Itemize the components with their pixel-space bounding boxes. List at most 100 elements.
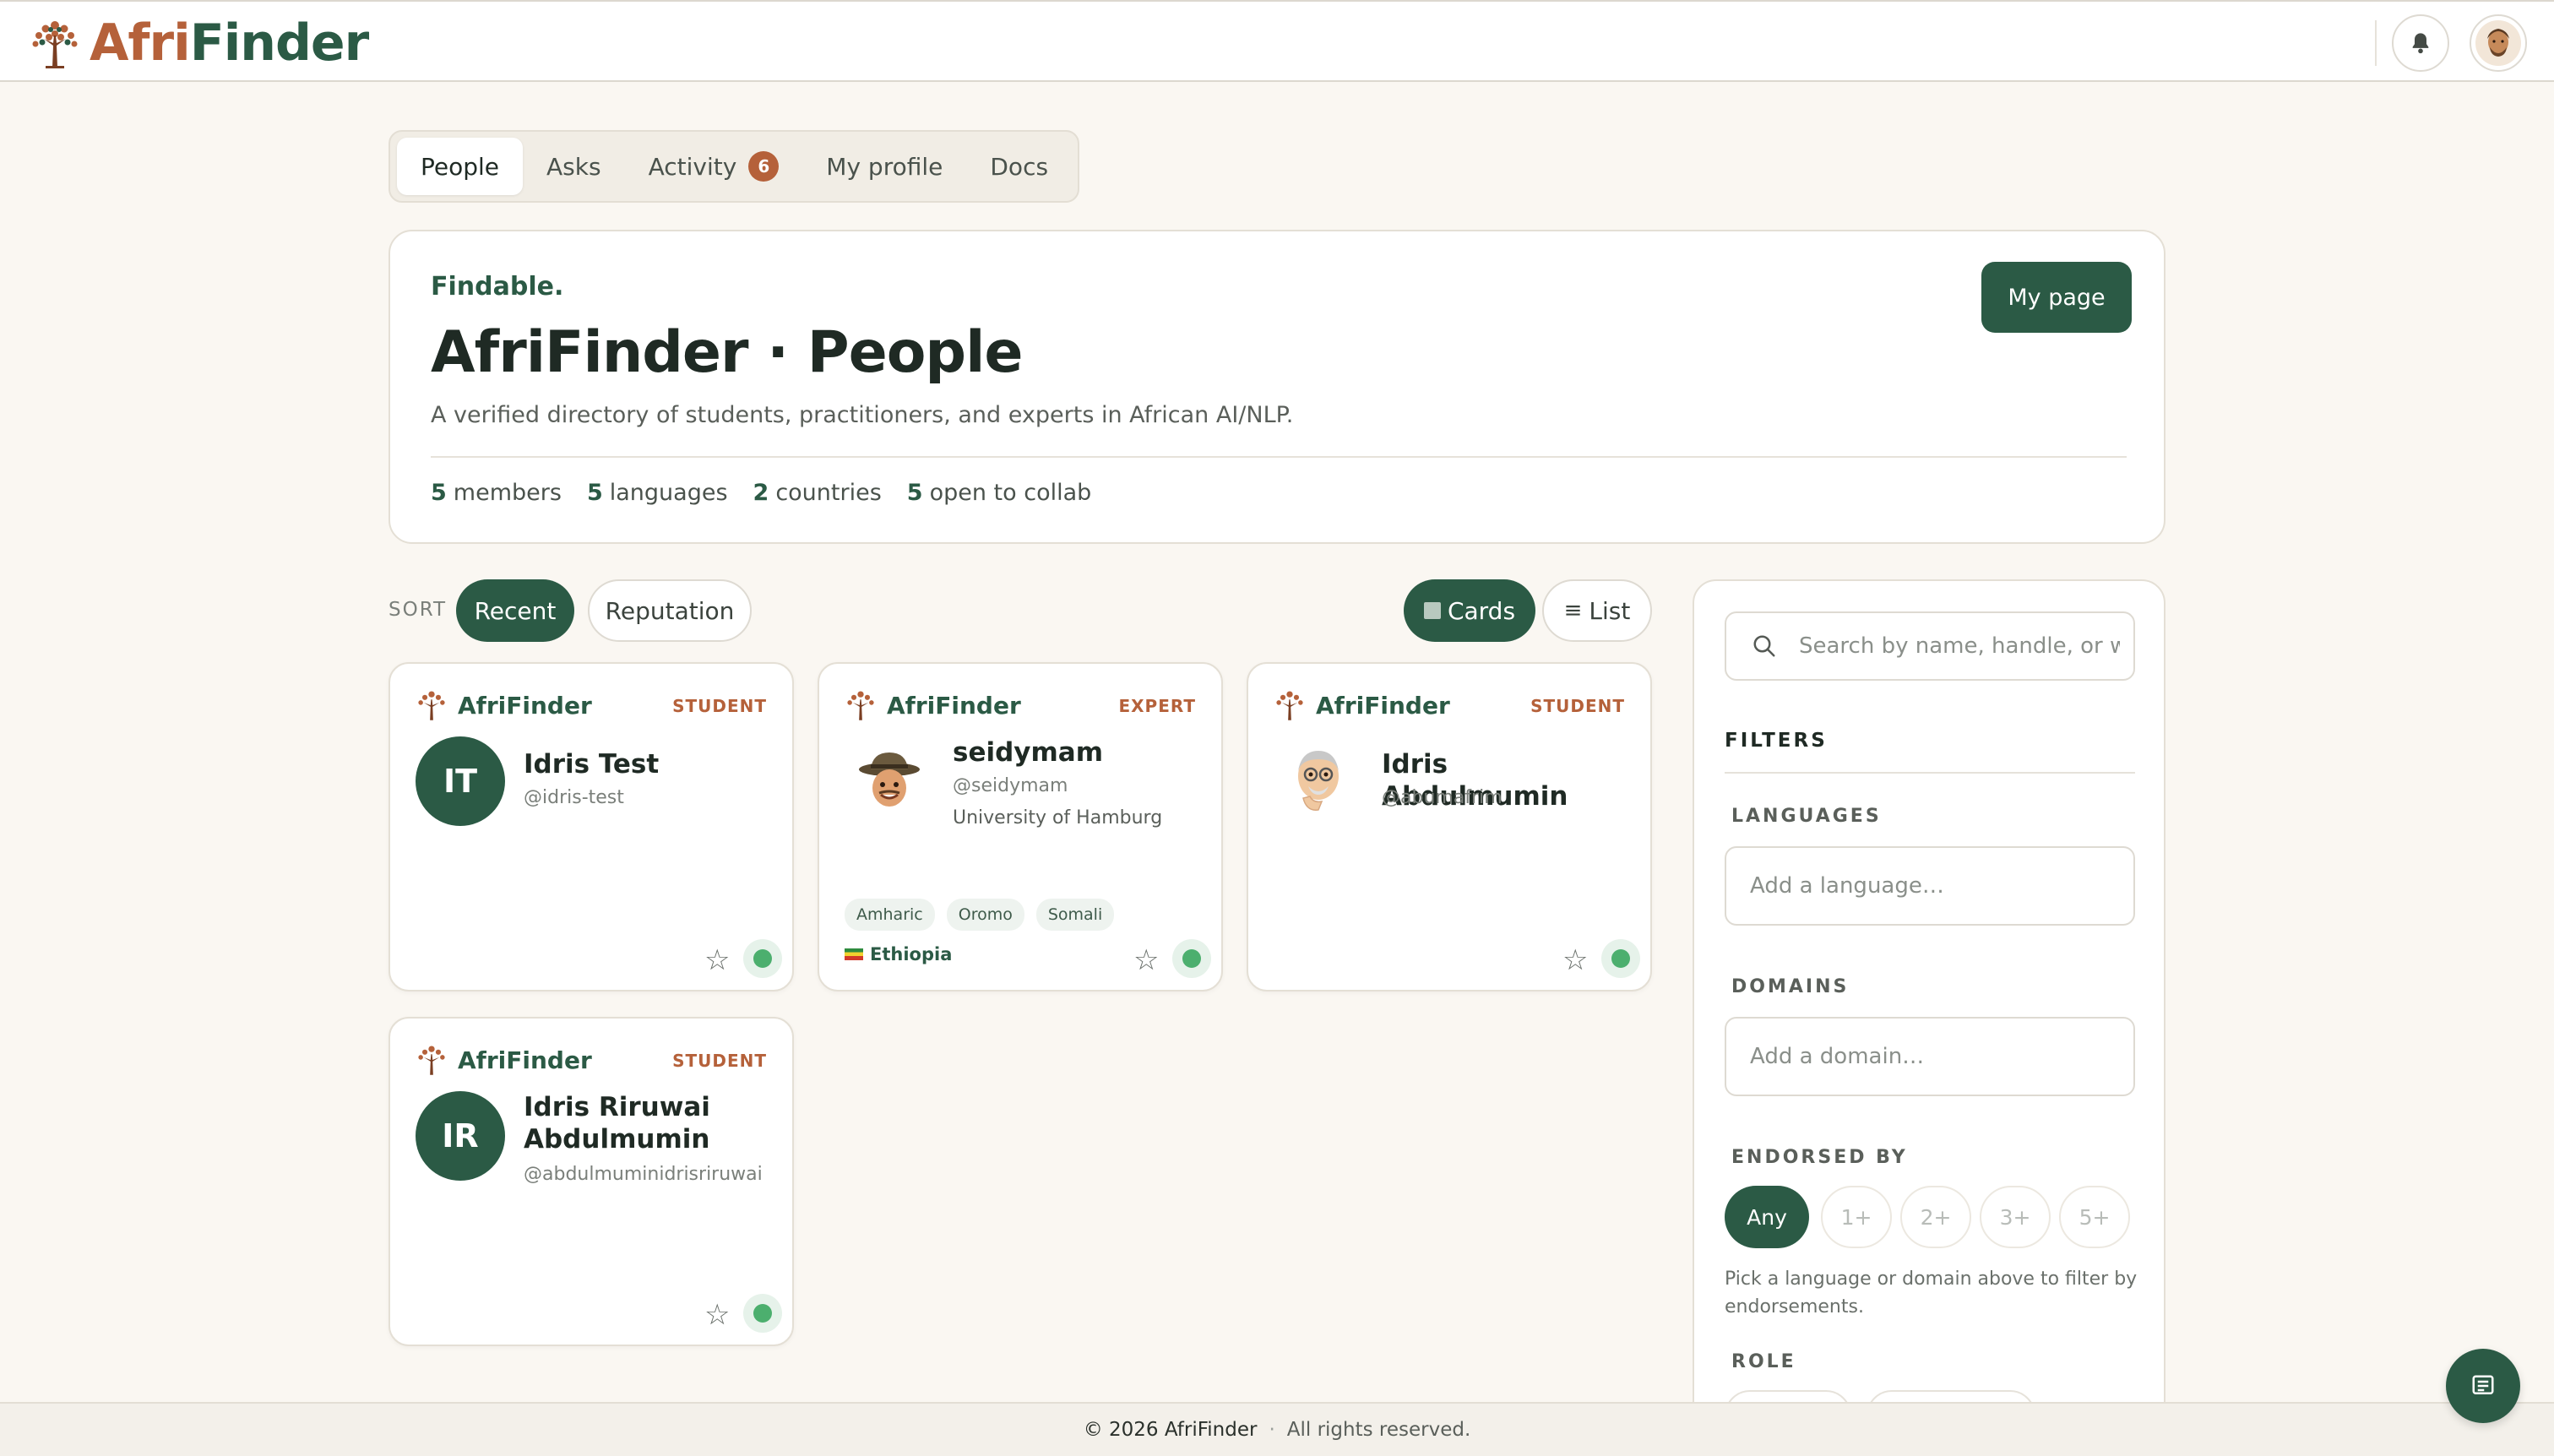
search-input[interactable]: Search by name, handle, or w (1725, 611, 2135, 681)
member-card[interactable]: AfriFinder EXPERT seidymam @seidymam Uni… (818, 662, 1223, 991)
stat-languages: 5 languages (586, 480, 728, 506)
filters-divider (1725, 772, 2135, 774)
filters-heading: FILTERS (1725, 730, 1828, 752)
star-icon[interactable]: ☆ (1562, 946, 1588, 975)
card-brand: AfriFinder (845, 689, 1021, 721)
tab-docs[interactable]: Docs (966, 138, 1072, 195)
member-card[interactable]: AfriFinder STUDENT IT Idris Test @idris-… (389, 662, 794, 991)
member-card[interactable]: AfriFinder STUDENT Idris Abdulmumin @abu… (1247, 662, 1652, 991)
thinking-avatar-icon (1298, 751, 1339, 811)
endorse-any-button[interactable]: Any (1725, 1186, 1809, 1248)
star-icon[interactable]: ☆ (704, 1301, 730, 1329)
grid-icon (1423, 602, 1441, 619)
search-icon (1753, 635, 1775, 657)
card-brand: AfriFinder (416, 689, 592, 721)
filter-sidebar: Search by name, handle, or w FILTERS LAN… (1693, 579, 2165, 1456)
user-avatar-icon (2475, 20, 2521, 66)
my-page-button[interactable]: My page (1981, 262, 2132, 333)
account-avatar-button[interactable] (2470, 14, 2527, 72)
footer: © 2026 AfriFinder · All rights reserved. (0, 1402, 2554, 1456)
footer-copyright: © 2026 AfriFinder (1083, 1419, 1258, 1441)
page-subtitle: A verified directory of students, practi… (431, 402, 1294, 428)
tree-logo-icon (32, 21, 78, 68)
bell-icon (2412, 33, 2429, 54)
tree-logo-icon (418, 1046, 445, 1075)
avatar (845, 736, 934, 826)
brand-logo[interactable]: AfriFinder (29, 17, 369, 69)
role-badge: STUDENT (1530, 696, 1625, 716)
ethiopia-flag-icon (845, 948, 863, 960)
view-cards-button[interactable]: Cards (1404, 579, 1535, 642)
header-divider (2375, 20, 2377, 66)
language-input[interactable]: Add a language… (1725, 846, 2135, 926)
main-tabs: People Asks Activity 6 My profile Docs (389, 130, 1079, 203)
message-icon (2472, 1375, 2494, 1394)
tree-logo-icon (418, 691, 445, 720)
member-handle: @abumafrim (1382, 787, 1503, 808)
avatar (1274, 736, 1363, 826)
tab-asks[interactable]: Asks (523, 138, 625, 195)
star-icon[interactable]: ☆ (1133, 946, 1159, 975)
activity-count-badge: 6 (748, 151, 780, 182)
footer-rights: All rights reserved. (1286, 1419, 1471, 1441)
top-bar: AfriFinder (0, 0, 2554, 82)
member-handle: @idris-test (524, 787, 624, 808)
tab-people[interactable]: People (397, 138, 524, 195)
stat-members: 5 members (431, 480, 562, 506)
avatar: IR (416, 1091, 505, 1181)
online-status (1601, 939, 1640, 978)
tab-activity[interactable]: Activity 6 (625, 138, 803, 195)
tree-logo-icon (1276, 691, 1303, 720)
role-label: ROLE (1731, 1351, 1796, 1372)
brand-afri: Afri (90, 14, 191, 73)
avatar: IT (416, 736, 505, 826)
stat-countries: 2 countries (753, 480, 882, 506)
member-name: Idris Riruwai Abdulmumin (524, 1092, 710, 1154)
member-handle: @seidymam (953, 775, 1068, 796)
endorsed-by-label: ENDORSED BY (1731, 1147, 1908, 1168)
stat-open-to-collab: 5 open to collab (906, 480, 1092, 506)
people-hero-panel: Findable. AfriFinder · People A verified… (389, 230, 2165, 544)
language-tags: Amharic Oromo Somali (845, 899, 1126, 931)
online-status (743, 939, 782, 978)
card-brand: AfriFinder (416, 1044, 592, 1076)
endorse-help-text: Pick a language or domain above to filte… (1725, 1269, 2138, 1317)
search-placeholder: Search by name, handle, or w (1799, 633, 2120, 659)
footer-separator: · (1269, 1419, 1275, 1441)
role-badge: STUDENT (672, 696, 767, 716)
member-affiliation: University of Hamburg (953, 807, 1163, 829)
card-brand: AfriFinder (1274, 689, 1450, 721)
role-badge: STUDENT (672, 1051, 767, 1071)
sort-label: SORT (389, 599, 448, 621)
online-status (743, 1294, 782, 1333)
notifications-button[interactable] (2392, 14, 2449, 72)
domains-label: DOMAINS (1731, 976, 1850, 997)
member-name: Idris Test (524, 749, 660, 780)
sort-recent-button[interactable]: Recent (456, 579, 574, 642)
explorer-avatar-icon (859, 752, 920, 807)
languages-label: LANGUAGES (1731, 806, 1882, 827)
brand-finder: Finder (189, 14, 369, 73)
member-name: seidymam (953, 737, 1104, 768)
hero-kicker: Findable. (431, 272, 564, 302)
endorse-5-button[interactable]: 5+ (2059, 1186, 2130, 1248)
hero-divider (431, 456, 2127, 458)
star-icon[interactable]: ☆ (704, 946, 730, 975)
endorse-1-button[interactable]: 1+ (1821, 1186, 1892, 1248)
endorse-3-button[interactable]: 3+ (1980, 1186, 2051, 1248)
language-tag: Oromo (946, 899, 1024, 931)
member-card[interactable]: AfriFinder STUDENT IR Idris Riruwai Abdu… (389, 1017, 794, 1346)
page-title: AfriFinder · People (431, 319, 1024, 386)
directory-stats: 5 members 5 languages 2 countries 5 open to … (431, 480, 1117, 506)
language-tag: Amharic (845, 899, 935, 931)
endorse-2-button[interactable]: 2+ (1900, 1186, 1971, 1248)
domain-input[interactable]: Add a domain… (1725, 1017, 2135, 1096)
tab-my-profile[interactable]: My profile (802, 138, 966, 195)
view-list-button[interactable]: ≡ List (1542, 579, 1652, 642)
feedback-button[interactable] (2446, 1349, 2520, 1423)
sort-reputation-button[interactable]: Reputation (588, 579, 752, 642)
list-icon: ≡ (1563, 598, 1583, 623)
language-tag: Somali (1035, 899, 1115, 931)
online-status (1172, 939, 1211, 978)
member-country: Ethiopia (845, 944, 952, 964)
